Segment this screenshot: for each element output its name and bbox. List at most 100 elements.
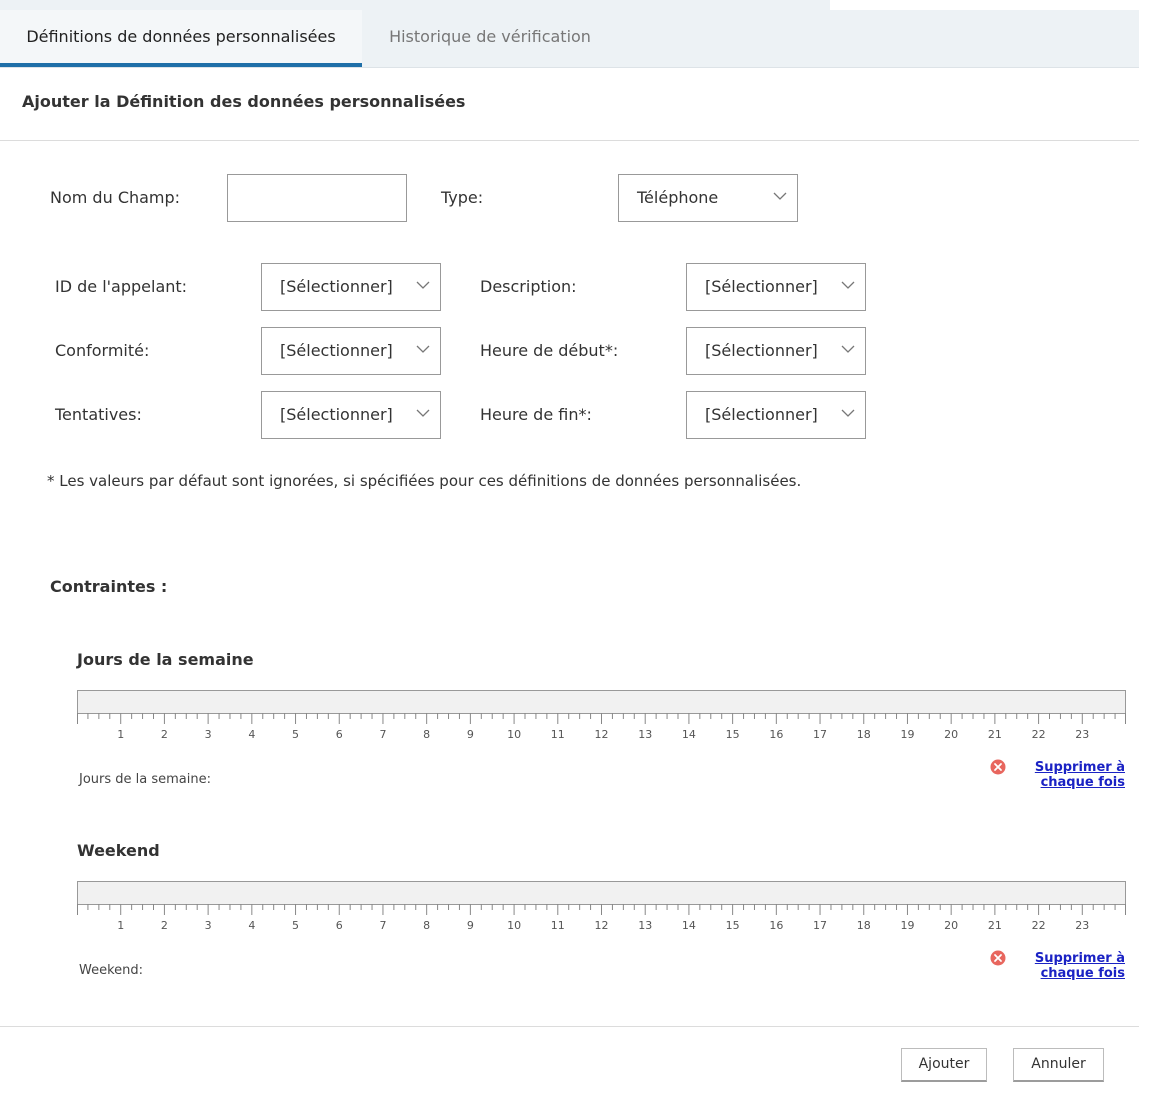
weekend-ruler-hour-label: 4 [248, 919, 255, 932]
attempts-select-value: [Sélectionner] [280, 405, 393, 424]
weekdays-ruler-hour-label: 2 [161, 728, 168, 741]
weekdays-ruler-hour-label: 18 [857, 728, 871, 741]
weekdays-ruler-hour-label: 7 [379, 728, 386, 741]
weekend-ruler: 1 2 3 4 5 6 7 8 9 10 11 12 13 14 15 16 17 18 19 20 21 22 23 [77, 904, 1126, 932]
weekdays-ruler: 1 2 3 4 5 6 7 8 9 10 11 12 13 14 15 16 17 18 19 20 21 22 23 [77, 713, 1126, 741]
weekend-title: Weekend [77, 841, 160, 860]
weekend-ruler-hour-label: 2 [161, 919, 168, 932]
tab-custom-data-definitions[interactable]: Définitions de données personnalisées [0, 10, 362, 67]
weekdays-ruler-hour-label: 9 [467, 728, 474, 741]
weekdays-title: Jours de la semaine [77, 650, 254, 669]
weekend-ruler-hour-label: 5 [292, 919, 299, 932]
weekend-ruler-hour-label: 1 [117, 919, 124, 932]
weekdays-ruler-hour-label: 12 [595, 728, 609, 741]
weekdays-ruler-hour-label: 22 [1032, 728, 1046, 741]
chevron-down-icon [841, 345, 855, 353]
weekend-ruler-hour-label: 9 [467, 919, 474, 932]
weekend-ruler-hour-label: 14 [682, 919, 696, 932]
weekdays-timeline[interactable] [77, 690, 1126, 714]
section-title: Ajouter la Définition des données person… [22, 92, 466, 111]
tab-bar: Définitions de données personnalisées Hi… [0, 10, 1139, 68]
weekend-ruler-hour-label: 19 [900, 919, 914, 932]
add-button[interactable]: Ajouter [901, 1048, 987, 1082]
delete-link-line2: chaque fois [1040, 775, 1125, 790]
weekend-ruler-hour-label: 11 [551, 919, 565, 932]
start-time-select[interactable]: [Sélectionner] [686, 327, 866, 375]
weekdays-ruler-hour-label: 14 [682, 728, 696, 741]
weekend-ruler-hour-label: 17 [813, 919, 827, 932]
weekdays-label: Jours de la semaine: [79, 772, 211, 787]
weekdays-ruler-hour-label: 4 [248, 728, 255, 741]
weekend-ruler-hour-label: 3 [205, 919, 212, 932]
weekend-ruler-hour-label: 13 [638, 919, 652, 932]
field-name-label: Nom du Champ: [50, 188, 181, 207]
weekend-delete-each-time-link[interactable]: Supprimer à chaque fois [1005, 951, 1125, 981]
weekdays-ruler-hour-label: 21 [988, 728, 1002, 741]
weekdays-ruler-hour-label: 6 [336, 728, 343, 741]
weekdays-ruler-hour-label: 17 [813, 728, 827, 741]
weekdays-ruler-hour-label: 8 [423, 728, 430, 741]
divider [0, 140, 1139, 141]
chevron-down-icon [773, 192, 787, 200]
chevron-down-icon [841, 281, 855, 289]
chevron-down-icon [416, 409, 430, 417]
cancel-button[interactable]: Annuler [1013, 1048, 1104, 1082]
field-name-input[interactable] [227, 174, 407, 222]
chevron-down-icon [841, 409, 855, 417]
weekend-ruler-hour-label: 16 [769, 919, 783, 932]
weekend-ruler-hour-label: 21 [988, 919, 1002, 932]
weekend-ruler-hour-label: 22 [1032, 919, 1046, 932]
weekdays-ruler-hour-label: 19 [900, 728, 914, 741]
compliance-select[interactable]: [Sélectionner] [261, 327, 441, 375]
compliance-select-value: [Sélectionner] [280, 341, 393, 360]
description-label: Description: [480, 277, 577, 296]
type-select[interactable]: Téléphone [618, 174, 798, 222]
weekdays-ruler-hour-label: 5 [292, 728, 299, 741]
weekend-label: Weekend: [79, 963, 144, 978]
caller-id-select[interactable]: [Sélectionner] [261, 263, 441, 311]
chevron-down-icon [416, 345, 430, 353]
weekend-ruler-hour-label: 23 [1075, 919, 1089, 932]
attempts-label: Tentatives: [55, 405, 142, 424]
compliance-label: Conformité: [55, 341, 150, 360]
description-select[interactable]: [Sélectionner] [686, 263, 866, 311]
chevron-down-icon [416, 281, 430, 289]
caller-id-label: ID de l'appelant: [55, 277, 188, 296]
type-select-value: Téléphone [637, 188, 719, 207]
weekend-ruler-hour-label: 20 [944, 919, 958, 932]
start-time-select-value: [Sélectionner] [705, 341, 818, 360]
constraints-title: Contraintes : [50, 577, 168, 596]
weekdays-ruler-hour-label: 23 [1075, 728, 1089, 741]
description-select-value: [Sélectionner] [705, 277, 818, 296]
defaults-note: * Les valeurs par défaut sont ignorées, … [47, 472, 802, 490]
weekend-ruler-hour-label: 18 [857, 919, 871, 932]
tab-audit-history[interactable]: Historique de vérification [370, 10, 610, 67]
delete-link-line1: Supprimer à [1034, 760, 1125, 775]
weekend-ruler-hour-label: 10 [507, 919, 521, 932]
weekend-ruler-hour-label: 7 [379, 919, 386, 932]
delete-icon[interactable] [990, 950, 1006, 966]
delete-link-line1: Supprimer à [1034, 951, 1125, 966]
weekend-ruler-hour-label: 6 [336, 919, 343, 932]
weekdays-ruler-hour-label: 1 [117, 728, 124, 741]
weekdays-delete-each-time-link[interactable]: Supprimer à chaque fois [1005, 760, 1125, 790]
end-time-label: Heure de fin*: [480, 405, 592, 424]
end-time-select[interactable]: [Sélectionner] [686, 391, 866, 439]
start-time-label: Heure de début*: [480, 341, 619, 360]
weekdays-ruler-hour-label: 13 [638, 728, 652, 741]
caller-id-select-value: [Sélectionner] [280, 277, 393, 296]
weekdays-ruler-hour-label: 16 [769, 728, 783, 741]
weekend-ruler-hour-label: 15 [726, 919, 740, 932]
weekdays-ruler-hour-label: 10 [507, 728, 521, 741]
weekend-ruler-hour-label: 8 [423, 919, 430, 932]
attempts-select[interactable]: [Sélectionner] [261, 391, 441, 439]
weekend-ruler-hour-label: 12 [595, 919, 609, 932]
weekend-timeline[interactable] [77, 881, 1126, 905]
end-time-select-value: [Sélectionner] [705, 405, 818, 424]
weekdays-ruler-hour-label: 15 [726, 728, 740, 741]
delete-icon[interactable] [990, 759, 1006, 775]
delete-link-line2: chaque fois [1040, 966, 1125, 981]
weekdays-ruler-hour-label: 3 [205, 728, 212, 741]
footer-divider [0, 1026, 1139, 1027]
weekdays-ruler-hour-label: 11 [551, 728, 565, 741]
